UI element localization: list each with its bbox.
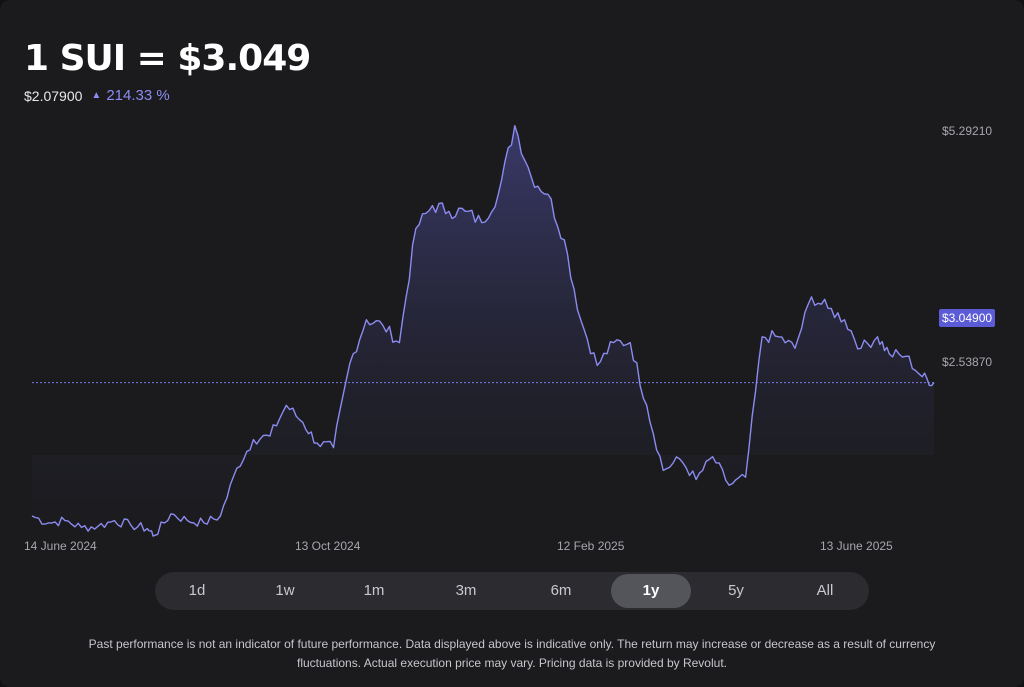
disclaimer-line: fluctuations. Actual execution price may… bbox=[297, 656, 727, 670]
disclaimer-line: Past performance is not an indicator of … bbox=[88, 637, 936, 651]
price-card: 1 SUI = $3.049 $2.07900 ▲ 214.33 % $5.29… bbox=[0, 0, 1024, 687]
disclaimer-text: Past performance is not an indicator of … bbox=[20, 635, 1004, 673]
tab-6m[interactable]: 6m bbox=[521, 574, 601, 608]
x-tick-label: 13 Oct 2024 bbox=[295, 539, 361, 553]
y-tick-label: $2.53870 bbox=[942, 355, 993, 369]
tab-all[interactable]: All bbox=[785, 574, 865, 608]
x-tick-label: 13 June 2025 bbox=[820, 539, 893, 553]
tab-5y[interactable]: 5y bbox=[696, 574, 776, 608]
tab-1m[interactable]: 1m bbox=[334, 574, 414, 608]
tab-1d[interactable]: 1d bbox=[157, 574, 237, 608]
y-tick-label: $5.29210 bbox=[942, 124, 993, 138]
current-price-badge: $3.04900 bbox=[939, 309, 996, 327]
time-range-tabs: 1d 1w 1m 3m 6m 1y 5y All bbox=[155, 572, 869, 610]
tab-3m[interactable]: 3m bbox=[426, 574, 506, 608]
x-tick-label: 12 Feb 2025 bbox=[557, 539, 625, 553]
price-area-fill bbox=[32, 125, 934, 537]
tab-1w[interactable]: 1w bbox=[245, 574, 325, 608]
x-tick-label: 14 June 2024 bbox=[24, 539, 97, 553]
tab-1y[interactable]: 1y bbox=[611, 574, 691, 608]
